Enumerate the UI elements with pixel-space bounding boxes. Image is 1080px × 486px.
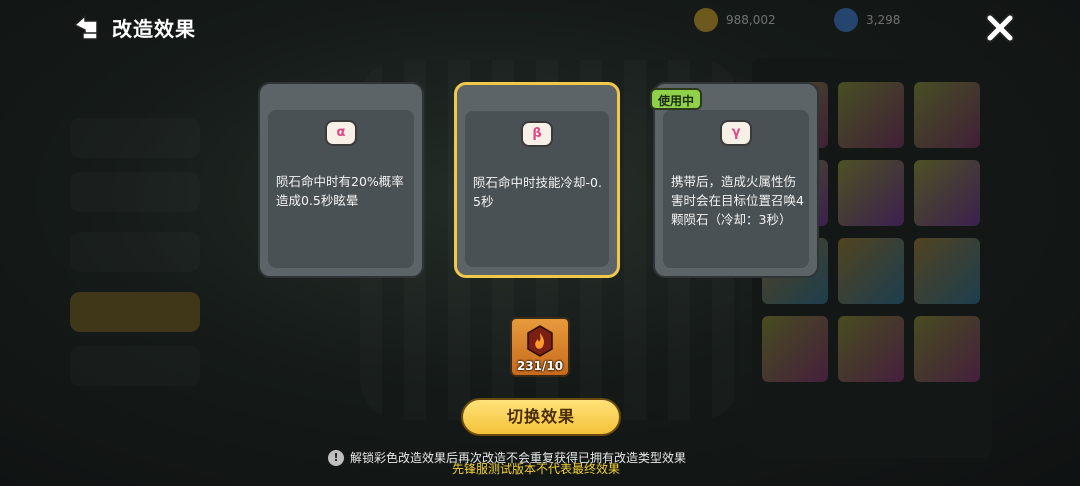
effect-card-alpha[interactable]: α 陨石命中时有20%概率造成0.5秒眩晕 — [258, 82, 424, 278]
back-arrow-icon[interactable] — [70, 10, 104, 44]
gold-coin-icon — [694, 8, 718, 32]
gamma-badge: γ — [720, 120, 752, 146]
test-version-watermark: 先锋服测试版本不代表最终效果 — [452, 462, 621, 476]
page-header: 改造效果 — [70, 10, 196, 44]
alpha-badge: α — [325, 120, 357, 146]
in-use-badge: 使用中 — [650, 88, 702, 110]
currency-gem: 3,298 — [834, 8, 900, 32]
switch-effect-button[interactable]: 切换效果 — [461, 398, 621, 436]
page-title: 改造效果 — [112, 16, 196, 41]
currency-gold: 988,002 — [694, 8, 776, 32]
info-icon: ! — [328, 449, 344, 466]
gem-amount: 3,298 — [866, 13, 901, 27]
effect-description: 陨石命中时有20%概率造成0.5秒眩晕 — [276, 174, 404, 208]
effect-description: 陨石命中时技能冷却-0.5秒 — [473, 175, 602, 209]
effect-description: 携带后，造成火属性伤害时会在目标位置召唤4颗陨石（冷却：3秒） — [671, 174, 804, 227]
gold-amount: 988,002 — [726, 13, 776, 27]
close-icon — [985, 13, 1015, 43]
blue-gem-icon — [834, 8, 858, 32]
close-button[interactable] — [982, 10, 1018, 46]
beta-badge: β — [521, 121, 553, 147]
upgrade-material[interactable]: 231/10 — [510, 317, 570, 377]
material-count: 231/10 — [516, 359, 564, 373]
fire-stone-icon — [527, 325, 553, 357]
effect-card-beta[interactable]: β 陨石命中时技能冷却-0.5秒 — [454, 82, 620, 278]
